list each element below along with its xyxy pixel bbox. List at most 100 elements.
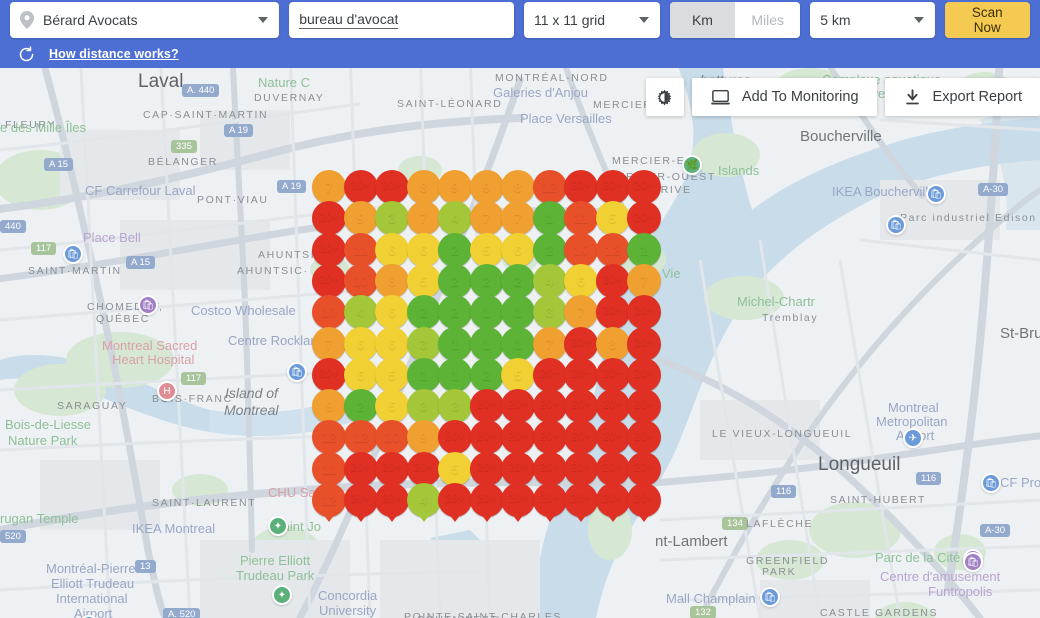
grid-rank-marker[interactable]: 20+ — [595, 263, 630, 298]
grid-rank-marker[interactable]: 3 — [406, 326, 441, 361]
grid-rank-marker[interactable]: 20+ — [532, 357, 567, 392]
contrast-toggle-button[interactable] — [645, 78, 684, 116]
grid-rank-marker[interactable]: 20+ — [375, 451, 409, 486]
grid-rank-marker[interactable]: 20+ — [469, 389, 504, 424]
grid-rank-marker[interactable]: 3 — [532, 295, 567, 330]
grid-rank-marker[interactable]: 20+ — [564, 483, 598, 517]
grid-rank-marker[interactable]: 8 — [501, 170, 535, 204]
unit-option-miles[interactable]: Miles — [735, 2, 801, 38]
keyword-input[interactable]: bureau d'avocat — [289, 2, 514, 38]
grid-rank-marker[interactable]: 5 — [438, 451, 472, 486]
grid-rank-marker[interactable]: 20+ — [438, 420, 472, 455]
grid-rank-marker[interactable]: 6 — [375, 326, 409, 361]
grid-rank-marker[interactable]: 20+ — [564, 389, 598, 424]
grid-rank-marker[interactable]: 20+ — [564, 420, 598, 455]
grid-rank-marker[interactable]: 12 — [532, 170, 567, 204]
grid-rank-marker[interactable]: 7 — [469, 201, 504, 236]
grid-rank-marker[interactable]: 6 — [343, 326, 378, 361]
grid-rank-marker[interactable]: 7 — [564, 295, 598, 330]
grid-rank-marker[interactable]: 20+ — [532, 420, 567, 455]
grid-rank-marker[interactable]: 5 — [469, 232, 504, 267]
grid-rank-marker[interactable]: 20+ — [469, 451, 504, 486]
grid-rank-marker[interactable]: 20+ — [312, 232, 346, 267]
grid-rank-marker[interactable]: 20+ — [312, 263, 346, 298]
export-report-button[interactable]: Export Report — [884, 78, 1040, 116]
grid-rank-marker[interactable]: 20+ — [595, 483, 630, 517]
grid-rank-marker[interactable]: 20+ — [312, 201, 346, 236]
grid-rank-marker[interactable]: 2 — [469, 263, 504, 298]
grid-rank-marker[interactable]: 3 — [375, 201, 409, 236]
grid-rank-marker[interactable]: 10 — [375, 420, 409, 455]
grid-rank-marker[interactable]: 5 — [406, 263, 441, 298]
grid-rank-marker[interactable]: 9 — [438, 170, 472, 204]
grid-rank-marker[interactable]: 2 — [469, 357, 504, 392]
grid-rank-marker[interactable]: 20+ — [501, 483, 535, 517]
grid-rank-marker[interactable]: 1 — [627, 232, 661, 267]
grid-rank-marker[interactable]: 20+ — [501, 451, 535, 486]
grid-rank-marker[interactable]: 7 — [312, 326, 346, 361]
grid-rank-marker[interactable]: 6 — [343, 357, 378, 392]
grid-rank-marker[interactable]: 4 — [532, 263, 567, 298]
grid-rank-marker[interactable]: 1 — [438, 357, 472, 392]
how-distance-works-link[interactable]: How distance works? — [49, 47, 179, 61]
grid-rank-marker[interactable]: 12 — [312, 483, 346, 517]
radius-select[interactable]: 5 km — [810, 2, 935, 38]
map-container[interactable]: Laval A. 440 DUVERNAY CAP·SAINT·MARTIN Natur… — [0, 60, 1040, 618]
grid-rank-marker[interactable]: 12 — [343, 420, 378, 455]
grid-rank-marker[interactable]: 20+ — [627, 170, 661, 204]
grid-rank-marker[interactable]: 20+ — [532, 389, 567, 424]
grid-rank-marker[interactable]: 12 — [312, 420, 346, 455]
grid-rank-marker[interactable]: 6 — [375, 295, 409, 330]
grid-rank-marker[interactable]: 3 — [406, 389, 441, 424]
grid-rank-marker[interactable]: 1 — [406, 357, 441, 392]
grid-rank-marker[interactable]: 12 — [595, 232, 630, 267]
grid-rank-marker[interactable]: 1 — [469, 326, 504, 361]
unit-toggle[interactable]: Km Miles — [669, 2, 801, 38]
grid-rank-marker[interactable]: 20+ — [595, 389, 630, 424]
grid-rank-marker[interactable]: 20+ — [375, 483, 409, 517]
grid-rank-marker[interactable]: 3 — [438, 389, 472, 424]
grid-rank-marker[interactable]: 4 — [406, 483, 441, 517]
grid-rank-marker[interactable]: 20+ — [595, 451, 630, 486]
grid-rank-marker[interactable]: 6 — [406, 232, 441, 267]
grid-rank-marker[interactable]: 20+ — [627, 201, 661, 236]
grid-rank-marker[interactable]: 2 — [532, 232, 567, 267]
grid-rank-marker[interactable]: 9 — [406, 420, 441, 455]
refresh-icon[interactable] — [18, 45, 35, 63]
grid-rank-marker[interactable]: 2 — [501, 263, 535, 298]
grid-rank-marker[interactable]: 9 — [469, 170, 504, 204]
grid-rank-marker[interactable]: 1 — [501, 295, 535, 330]
grid-rank-marker[interactable]: 20+ — [564, 326, 598, 361]
grid-rank-marker[interactable]: 5 — [501, 357, 535, 392]
grid-rank-marker[interactable]: 20+ — [406, 451, 441, 486]
grid-rank-marker[interactable]: 20+ — [595, 420, 630, 455]
grid-rank-marker[interactable]: 1 — [532, 201, 567, 236]
grid-rank-marker[interactable]: 20+ — [343, 170, 378, 204]
grid-rank-marker[interactable]: 20+ — [469, 483, 504, 517]
grid-rank-marker[interactable]: 20+ — [438, 483, 472, 517]
rank-grid-overlay[interactable]: 7 20+ 20+ 8 9 9 8 12 20+ 20+ 20+ 20+ 9 3 7 4 7 7 1 11 5 20+ 20… — [0, 60, 1040, 618]
grid-rank-marker[interactable]: 4 — [438, 201, 472, 236]
grid-rank-marker[interactable]: 20+ — [375, 170, 409, 204]
grid-rank-marker[interactable]: 9 — [312, 389, 346, 424]
grid-rank-marker[interactable]: 20+ — [627, 420, 661, 455]
grid-rank-marker[interactable]: 20+ — [627, 451, 661, 486]
grid-rank-marker[interactable]: 6 — [501, 232, 535, 267]
grid-rank-marker[interactable]: 20+ — [532, 483, 567, 517]
grid-rank-marker[interactable]: 10 — [312, 295, 346, 330]
grid-rank-marker[interactable]: 7 — [627, 263, 661, 298]
grid-rank-marker[interactable]: 2 — [406, 295, 441, 330]
grid-rank-marker[interactable]: 6 — [564, 263, 598, 298]
grid-rank-marker[interactable]: 20+ — [501, 389, 535, 424]
grid-rank-marker[interactable]: 20+ — [595, 357, 630, 392]
grid-rank-marker[interactable]: 2 — [438, 295, 472, 330]
grid-rank-marker[interactable]: 10 — [564, 232, 598, 267]
grid-rank-marker[interactable]: 6 — [375, 232, 409, 267]
grid-rank-marker[interactable]: 7 — [312, 170, 346, 204]
grid-rank-marker[interactable]: 10 — [343, 263, 378, 298]
grid-rank-marker[interactable]: 20+ — [627, 389, 661, 424]
grid-rank-marker[interactable]: 7 — [532, 326, 567, 361]
grid-rank-marker[interactable]: 20+ — [532, 451, 567, 486]
grid-rank-marker[interactable]: 8 — [595, 326, 630, 361]
grid-rank-marker[interactable]: 2 — [343, 389, 378, 424]
